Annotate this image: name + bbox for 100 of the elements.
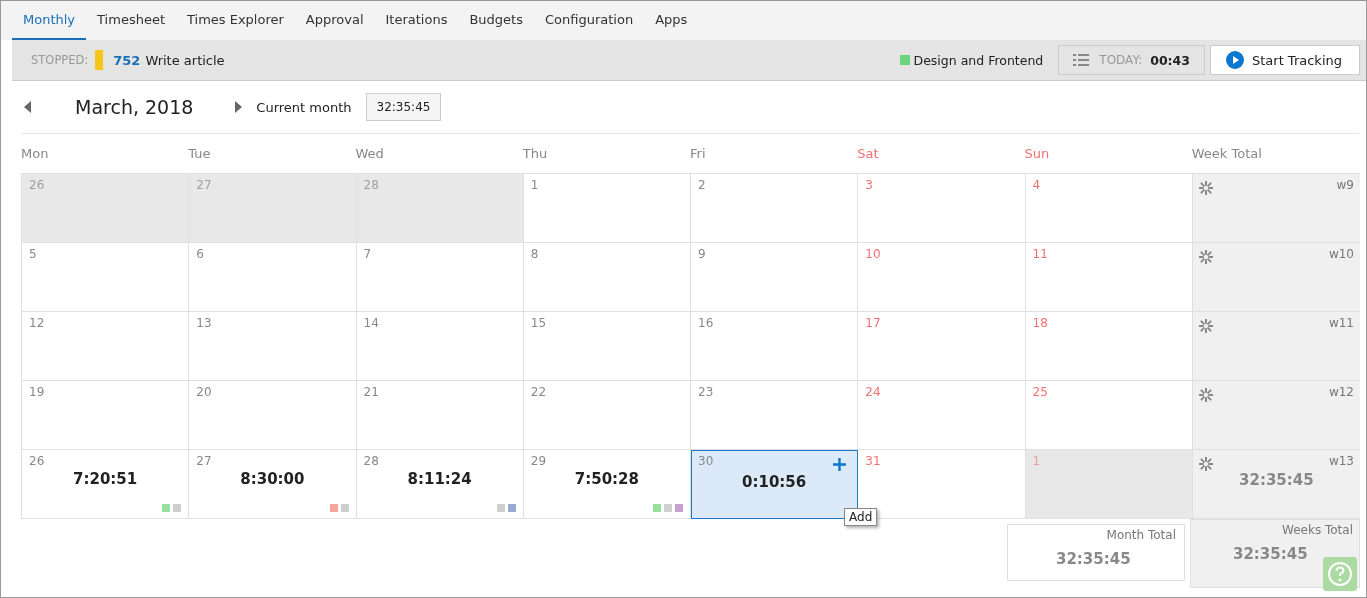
today-panel[interactable]: TODAY: 00:43	[1058, 45, 1205, 75]
day-number: 6	[196, 247, 204, 261]
week-number: w10	[1328, 247, 1354, 261]
day-number: 1	[1032, 454, 1041, 468]
day-number: 28	[363, 178, 379, 192]
spinner-icon	[1198, 319, 1213, 333]
today-value: 00:43	[1150, 52, 1190, 68]
day-cell[interactable]: 17	[858, 312, 1026, 381]
day-number: 12	[29, 316, 45, 330]
day-cell[interactable]: 5	[22, 243, 190, 312]
week-number: w13	[1328, 454, 1354, 468]
day-number: 17	[865, 316, 881, 330]
day-cell[interactable]: 13	[189, 312, 357, 381]
spinner-icon	[1198, 388, 1213, 402]
day-number: 13	[196, 316, 212, 330]
day-cell[interactable]: 16	[691, 312, 859, 381]
tab[interactable]: Iterations	[374, 1, 459, 40]
day-number: 2	[698, 178, 706, 192]
tab[interactable]: Approval	[294, 1, 375, 40]
task-name: Write article	[145, 52, 225, 68]
spinner-icon	[1198, 457, 1213, 471]
day-number: 28	[363, 454, 379, 468]
task-id[interactable]: 752	[113, 52, 141, 68]
day-number: 25	[1032, 385, 1048, 399]
status-label: STOPPED:	[31, 53, 89, 67]
day-cell[interactable]: 10	[858, 243, 1026, 312]
day-cell[interactable]: 28	[356, 174, 524, 243]
day-number: 11	[1032, 247, 1048, 261]
week-number: w12	[1328, 385, 1354, 399]
today-label: TODAY:	[1099, 53, 1143, 67]
day-cell[interactable]: 20	[189, 381, 357, 450]
week-total: 32:35:45	[1238, 471, 1315, 489]
day-cell[interactable]: 21	[356, 381, 524, 450]
day-cell[interactable]: 8	[523, 243, 691, 312]
day-number: 15	[530, 316, 547, 330]
add-icon	[833, 458, 847, 471]
day-total: 8:30:00	[239, 470, 306, 488]
month-total-value: 32:35:45	[1056, 550, 1131, 568]
day-cell[interactable]: 2	[691, 174, 859, 243]
day-number: 20	[196, 385, 212, 399]
day-number: 8	[530, 247, 539, 261]
day-cell[interactable]: 4	[1025, 174, 1193, 243]
day-cell[interactable]: 27 8:30:00	[189, 450, 357, 519]
day-number: 16	[698, 316, 714, 330]
month-total-badge: 32:35:45	[365, 93, 442, 121]
weeks-total-value: 32:35:45	[1233, 545, 1308, 563]
day-cell[interactable]: 11	[1025, 243, 1193, 312]
day-cell[interactable]: 15	[523, 312, 691, 381]
day-cell[interactable]: 14	[356, 312, 524, 381]
day-cell[interactable]: 26 7:20:51	[22, 450, 190, 519]
day-number: 14	[363, 316, 379, 330]
day-number: 26	[29, 454, 45, 468]
day-cell[interactable]: 19	[22, 381, 190, 450]
day-number: 26	[29, 178, 45, 192]
day-cell[interactable]: 12	[22, 312, 190, 381]
day-number: 22	[530, 385, 547, 399]
day-cell[interactable]: 3	[858, 174, 1026, 243]
day-number: 27	[196, 454, 212, 468]
current-month-link[interactable]: Current month	[256, 99, 352, 115]
month-title: March, 2018	[75, 96, 194, 118]
spinner-icon	[1198, 250, 1213, 264]
play-icon	[1226, 51, 1244, 69]
week-number: w11	[1328, 316, 1354, 330]
tab[interactable]: Configuration	[534, 1, 645, 40]
day-number: 9	[698, 247, 706, 261]
tab[interactable]: Timesheet	[86, 1, 176, 40]
day-cell[interactable]: 9	[691, 243, 859, 312]
tab[interactable]: Times Explorer	[176, 1, 295, 40]
day-number: 4	[1032, 178, 1041, 192]
project-name: Design and Frontend	[913, 52, 1044, 68]
day-number: 1	[530, 178, 539, 192]
day-cell[interactable]: 27	[189, 174, 357, 243]
day-cell[interactable]: 22	[523, 381, 691, 450]
day-number: 24	[865, 385, 881, 399]
day-cell[interactable]: 1	[523, 174, 691, 243]
day-number: 19	[29, 385, 45, 399]
day-cell[interactable]: 26	[22, 174, 190, 243]
caret-left-icon	[24, 101, 31, 113]
help-icon	[1327, 561, 1353, 587]
day-total: 7:20:51	[72, 470, 139, 488]
day-cell[interactable]: 24	[858, 381, 1026, 450]
day-cell[interactable]: 6	[189, 243, 357, 312]
day-cell[interactable]: 28 8:11:24	[356, 450, 524, 519]
caret-right-icon	[235, 101, 243, 113]
tab[interactable]: Apps	[644, 1, 699, 40]
day-number: 27	[196, 178, 212, 192]
weeks-total-label: Weeks Total	[1281, 523, 1353, 537]
list-icon	[1073, 53, 1090, 67]
day-total: 7:50:28	[573, 470, 640, 488]
day-number: 31	[865, 454, 881, 468]
spinner-icon	[1198, 181, 1213, 195]
day-total: 0:10:56	[741, 473, 808, 491]
start-tracking-button[interactable]: Start Tracking	[1210, 45, 1360, 75]
day-number: 10	[865, 247, 881, 261]
day-number: 5	[29, 247, 37, 261]
day-cell[interactable]: 18	[1025, 312, 1193, 381]
day-number: 3	[865, 178, 873, 192]
tab[interactable]: Budgets	[458, 1, 534, 40]
day-cell[interactable]: 7	[356, 243, 524, 312]
day-number: 30	[698, 454, 714, 468]
